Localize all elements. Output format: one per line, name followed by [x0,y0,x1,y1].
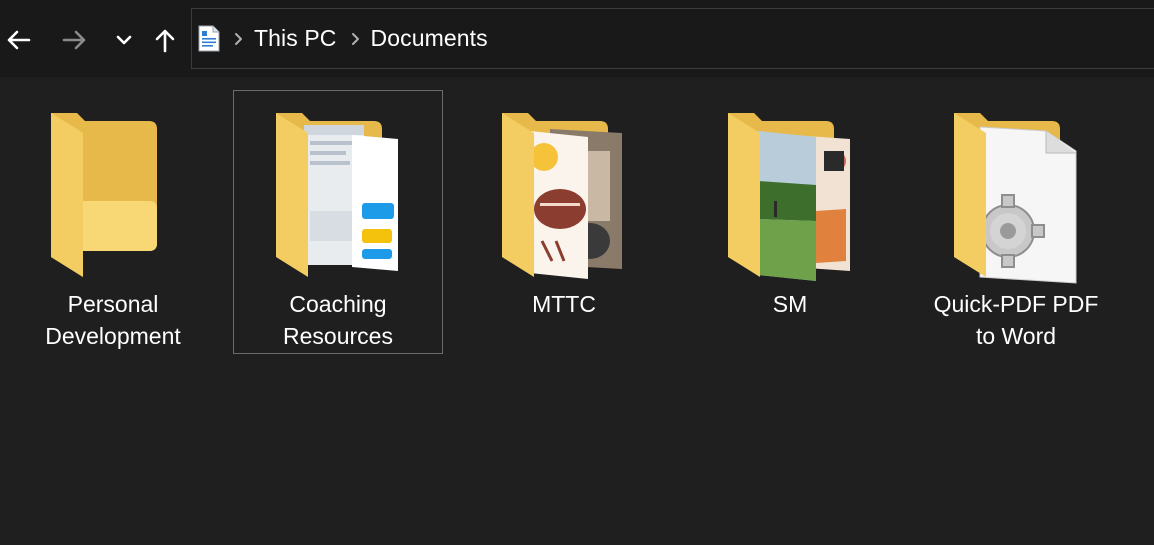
arrow-left-icon [5,29,31,51]
recent-locations-button[interactable] [106,22,142,58]
folder-personal-development[interactable]: Personal Development [8,90,218,354]
arrow-right-icon [62,29,88,51]
arrow-up-icon [154,27,176,53]
chevron-down-icon [115,34,133,46]
address-bar[interactable]: This PC Documents [191,8,1154,69]
documents-icon [198,25,220,53]
up-button[interactable] [147,22,183,58]
folder-coaching-resources[interactable]: Coaching Resources [233,90,443,354]
folder-sm[interactable]: SM [685,90,895,354]
folder-icon [460,91,668,291]
navigation-toolbar: This PC Documents [0,0,1154,77]
folder-icon [234,91,442,291]
folder-icon [9,91,217,291]
folder-mttc[interactable]: MTTC [459,90,669,354]
folder-name: MTTC [532,291,596,317]
folder-quick-pdf-pdf-to-word[interactable]: Quick-PDF PDF to Word [911,90,1121,354]
folder-icon [686,91,894,291]
breadcrumb-documents[interactable]: Documents [371,27,488,50]
breadcrumb-separator-icon [234,32,244,46]
folder-name: Coaching Resources [283,291,393,349]
breadcrumb-separator-icon [351,32,361,46]
forward-button[interactable] [57,22,93,58]
back-button[interactable] [0,22,36,58]
folder-icon [912,91,1120,291]
file-view: Personal Development Coaching Resources [0,77,1154,545]
breadcrumb-this-pc[interactable]: This PC [254,27,337,50]
folder-name: Quick-PDF PDF to Word [933,291,1099,349]
folder-name: Personal Development [45,291,181,349]
folder-name: SM [772,291,808,317]
